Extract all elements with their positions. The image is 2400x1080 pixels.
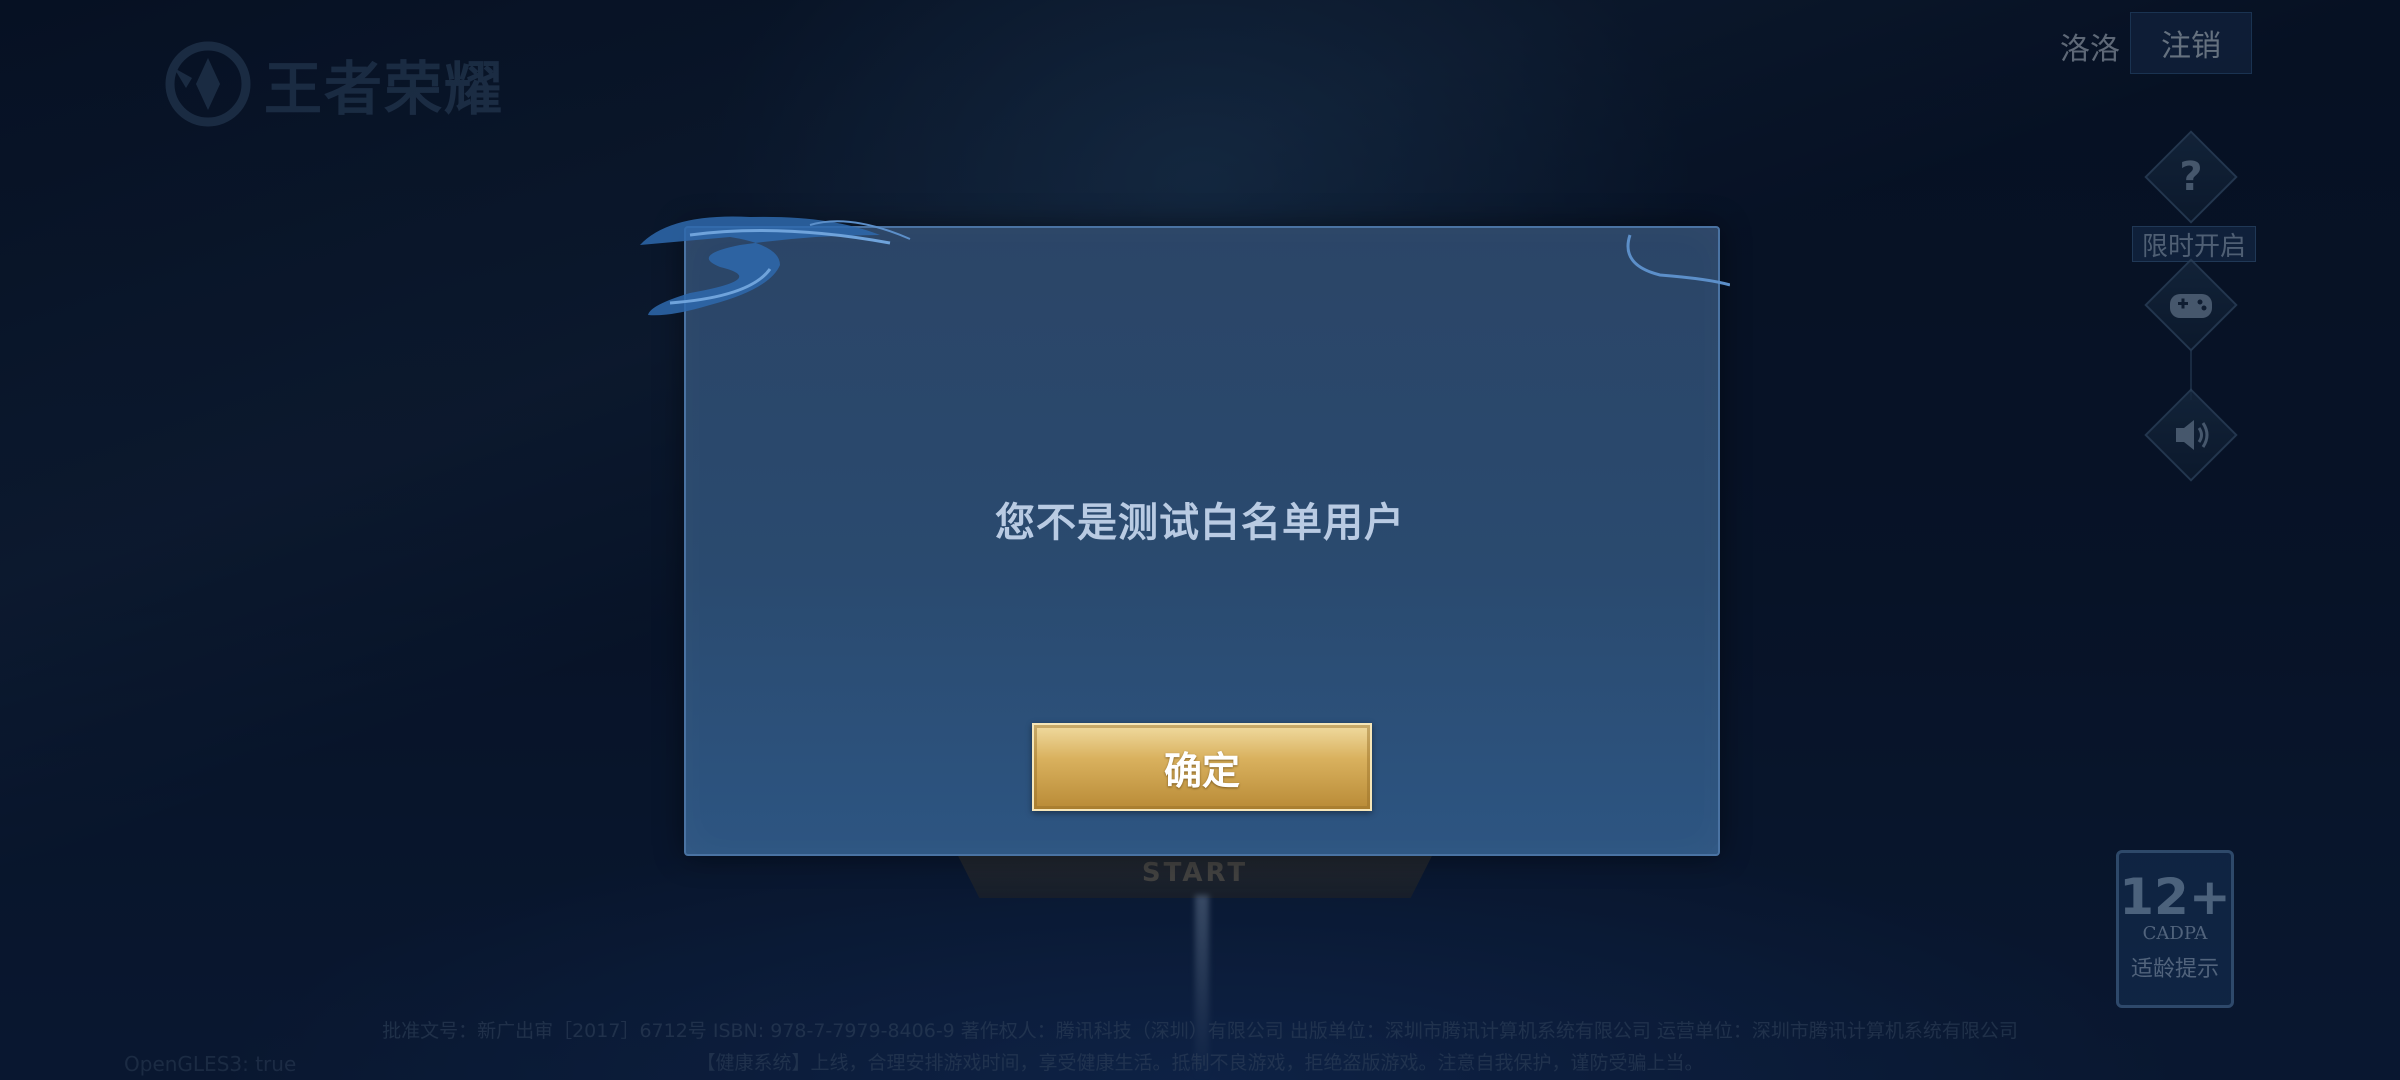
- dialog-message: 您不是测试白名单用户: [995, 500, 1405, 546]
- dialog-ribbon-decoration: [640, 216, 1730, 316]
- confirm-button[interactable]: 确定: [1032, 723, 1372, 811]
- game-login-screen: 王者荣耀 洛洛 注销 ? 限时开启 START 12+ CADPA 适龄提示 批…: [0, 0, 2400, 1080]
